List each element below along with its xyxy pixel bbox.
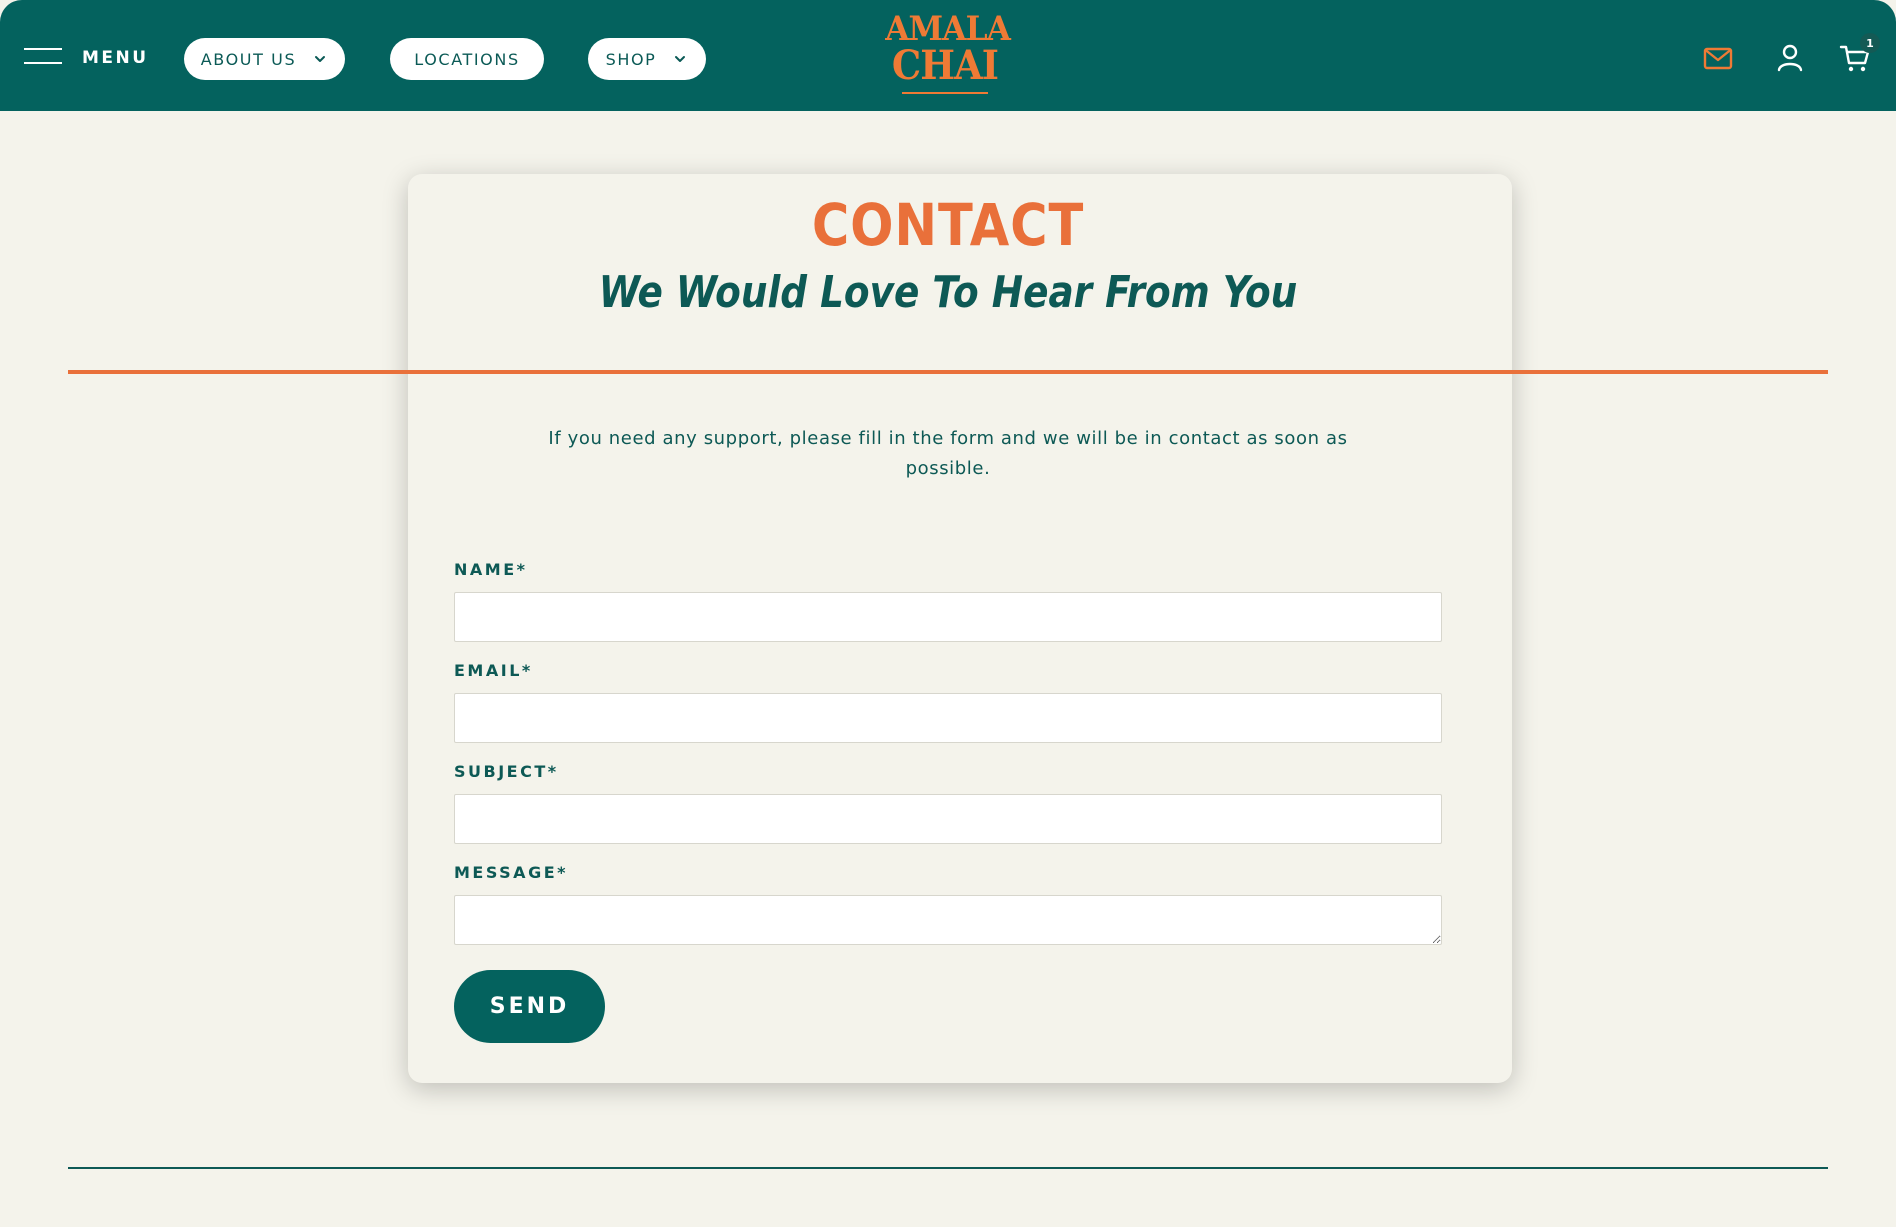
nav-about-us[interactable]: ABOUT US [184,38,345,80]
subject-field[interactable] [454,794,1442,844]
logo-line-1: AMALA [885,9,1011,49]
orange-divider [68,370,1828,374]
menu-label: MENU [82,48,149,68]
brand-logo[interactable]: AMALA CHAI [880,9,1011,98]
page-subtitle: We Would Love To Hear From You [598,267,1298,318]
email-label: EMAIL* [454,661,533,680]
logo-line-2: CHAI [891,42,999,89]
subject-label: SUBJECT* [454,762,559,781]
logo-underline [902,92,988,94]
message-field[interactable] [454,895,1442,945]
email-field[interactable] [454,693,1442,743]
chevron-down-icon [315,56,326,62]
mail-icon[interactable] [1700,40,1736,76]
hamburger-icon [24,48,62,68]
page-title: CONTACT [811,191,1085,259]
nav-about-us-label: ABOUT US [200,49,297,69]
name-field[interactable] [454,592,1442,642]
footer-divider [68,1167,1828,1169]
name-label: NAME* [454,560,528,579]
cart-count-badge: 1 [1860,33,1880,53]
send-button[interactable]: SEND [454,970,605,1043]
nav-locations-label: LOCATIONS [414,49,520,69]
page: MENU ABOUT US LOCATIONS SHOP AMALA CHAI [0,0,1896,1227]
menu-button[interactable]: MENU [24,38,149,78]
nav-locations[interactable]: LOCATIONS [390,38,544,80]
chevron-down-icon [675,56,686,62]
nav-shop-label: SHOP [605,49,657,69]
site-header: MENU ABOUT US LOCATIONS SHOP AMALA CHAI [0,0,1896,111]
user-icon[interactable] [1772,40,1808,76]
intro-text: If you need any support, please fill in … [548,428,1348,479]
message-label: MESSAGE* [454,863,568,882]
nav-shop[interactable]: SHOP [588,38,706,80]
